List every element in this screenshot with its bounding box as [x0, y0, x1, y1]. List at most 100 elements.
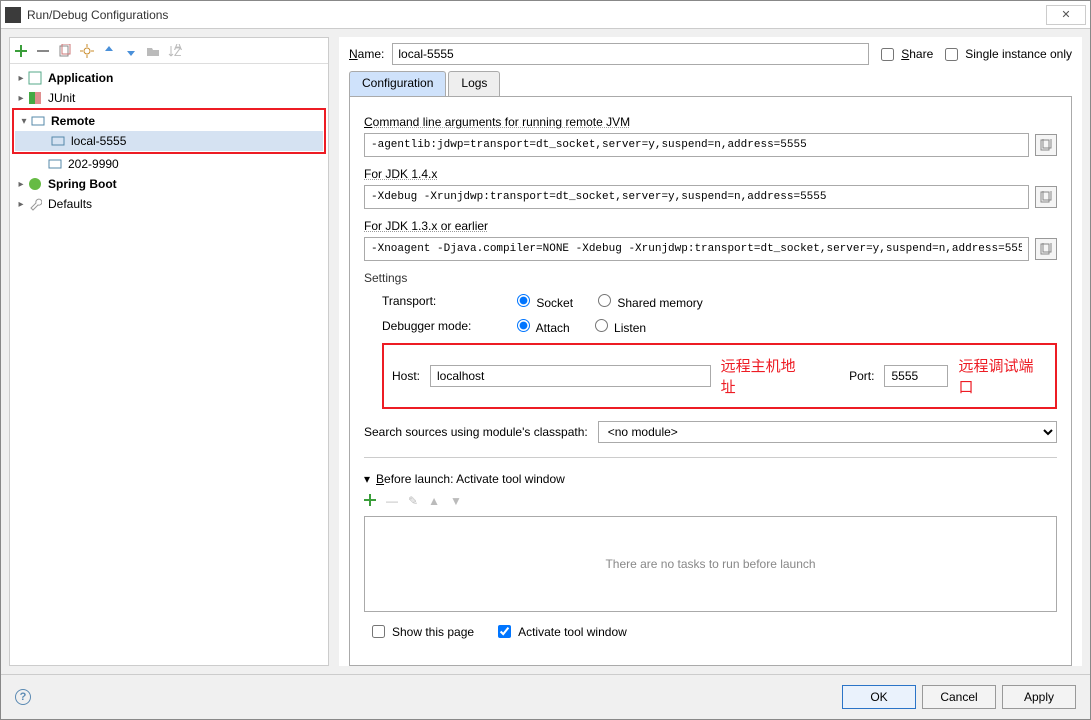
expand-icon[interactable]: ▸: [14, 73, 28, 84]
jdk14-input[interactable]: [364, 185, 1029, 209]
jdk13-label: For JDK 1.3.x or earlier: [364, 219, 1057, 233]
separator: [364, 457, 1057, 458]
transport-socket-radio[interactable]: Socket: [512, 291, 573, 310]
help-button[interactable]: ?: [15, 689, 31, 705]
jdk13-input[interactable]: [364, 237, 1029, 261]
add-icon[interactable]: [14, 44, 28, 58]
node-label: JUnit: [48, 91, 75, 105]
close-button[interactable]: ✕: [1046, 5, 1086, 25]
tree-node-application[interactable]: ▸ Application: [12, 68, 326, 88]
name-input[interactable]: [392, 43, 869, 65]
copy-button[interactable]: [1035, 186, 1057, 208]
folder-icon[interactable]: [146, 44, 160, 58]
name-label: Name:: [349, 47, 384, 61]
node-label: Remote: [51, 114, 95, 128]
config-tree[interactable]: ▸ Application ▸ JUnit ▾ Remote: [10, 64, 328, 665]
expand-icon[interactable]: ▾: [17, 116, 31, 127]
tree-node-defaults[interactable]: ▸ Defaults: [12, 194, 326, 214]
collapse-icon[interactable]: ▾: [364, 472, 370, 486]
copy-icon[interactable]: [58, 44, 72, 58]
launch-options: Show this page Activate tool window: [364, 622, 1057, 641]
copy-button[interactable]: [1035, 134, 1057, 156]
remote-config-icon: [48, 157, 64, 171]
host-input[interactable]: [430, 365, 711, 387]
ok-button[interactable]: OK: [842, 685, 916, 709]
module-classpath-select[interactable]: <no module>: [598, 421, 1057, 443]
debugger-row: Debugger mode: Attach Listen: [382, 316, 1057, 335]
move-down-task-icon[interactable]: ▼: [450, 494, 462, 508]
move-up-icon[interactable]: [102, 44, 116, 58]
dialog-window: Run/Debug Configurations ✕ AZ ▸ Applicat…: [0, 0, 1091, 720]
before-launch-section: ▾ Before launch: Activate tool window — …: [364, 472, 1057, 641]
port-input[interactable]: [884, 365, 948, 387]
tree-toolbar: AZ: [10, 38, 328, 64]
node-label: Spring Boot: [48, 177, 117, 191]
move-up-task-icon[interactable]: ▲: [428, 494, 440, 508]
settings-label: Settings: [364, 271, 1057, 285]
config-tree-panel: AZ ▸ Application ▸ JUnit ▾ Remo: [9, 37, 329, 666]
edit-task-icon[interactable]: ✎: [408, 494, 418, 508]
search-sources-row: Search sources using module's classpath:…: [364, 421, 1057, 443]
remote-icon: [31, 114, 47, 128]
show-this-page-checkbox[interactable]: Show this page: [368, 622, 474, 641]
config-form: Name: Share Single instance only Configu…: [339, 37, 1082, 666]
node-label: Application: [48, 71, 113, 85]
spring-boot-icon: [28, 177, 44, 191]
transport-label: Transport:: [382, 294, 492, 308]
window-title: Run/Debug Configurations: [27, 8, 1046, 22]
before-launch-header[interactable]: ▾ Before launch: Activate tool window: [364, 472, 1057, 486]
before-launch-toolbar: — ✎ ▲ ▼: [364, 494, 1057, 508]
tab-configuration[interactable]: Configuration: [349, 71, 446, 96]
node-label: 202-9990: [68, 157, 119, 171]
sort-icon[interactable]: AZ: [168, 44, 182, 58]
cmd-args-label: Command line arguments for running remot…: [364, 115, 1057, 129]
dialog-button-bar: ? OK Cancel Apply: [1, 674, 1090, 719]
jdk14-label: For JDK 1.4.x: [364, 167, 1057, 181]
expand-icon[interactable]: ▸: [14, 93, 28, 104]
tree-node-junit[interactable]: ▸ JUnit: [12, 88, 326, 108]
share-checkbox[interactable]: Share: [877, 45, 933, 64]
junit-icon: [28, 91, 44, 105]
remote-config-icon: [51, 134, 67, 148]
tab-bar: Configuration Logs: [349, 71, 1072, 97]
add-task-icon[interactable]: [364, 494, 376, 508]
debugger-listen-radio[interactable]: Listen: [590, 316, 646, 335]
node-label: Defaults: [48, 197, 92, 211]
configuration-panel: Command line arguments for running remot…: [349, 97, 1072, 666]
node-label: local-5555: [71, 134, 126, 148]
activate-tool-window-checkbox[interactable]: Activate tool window: [494, 622, 627, 641]
remove-task-icon[interactable]: —: [386, 494, 398, 508]
move-down-icon[interactable]: [124, 44, 138, 58]
remove-icon[interactable]: [36, 44, 50, 58]
debugger-attach-radio[interactable]: Attach: [512, 316, 570, 335]
debugger-label: Debugger mode:: [382, 319, 492, 333]
apply-button[interactable]: Apply: [1002, 685, 1076, 709]
tasks-list[interactable]: There are no tasks to run before launch: [364, 516, 1057, 612]
expand-icon[interactable]: ▸: [14, 199, 28, 210]
tree-node-remote[interactable]: ▾ Remote: [15, 111, 323, 131]
tree-node-spring-boot[interactable]: ▸ Spring Boot: [12, 174, 326, 194]
content-area: AZ ▸ Application ▸ JUnit ▾ Remo: [1, 29, 1090, 674]
cmd-args-input[interactable]: [364, 133, 1029, 157]
tree-node-202-9990[interactable]: 202-9990: [12, 154, 326, 174]
search-sources-label: Search sources using module's classpath:: [364, 425, 588, 439]
tree-node-local-5555[interactable]: local-5555: [15, 131, 323, 151]
tab-logs[interactable]: Logs: [448, 71, 500, 96]
cancel-button[interactable]: Cancel: [922, 685, 996, 709]
highlight-remote-group: ▾ Remote local-5555: [12, 108, 326, 154]
settings-icon[interactable]: [80, 44, 94, 58]
host-label: Host:: [392, 369, 420, 383]
app-icon: [5, 7, 21, 23]
expand-icon[interactable]: ▸: [14, 179, 28, 190]
name-row: Name: Share Single instance only: [339, 37, 1082, 71]
copy-button[interactable]: [1035, 238, 1057, 260]
host-port-row: Host: 远程主机地址 Port: 远程调试端口: [382, 343, 1057, 409]
port-label: Port:: [849, 369, 874, 383]
single-instance-checkbox[interactable]: Single instance only: [941, 45, 1072, 64]
wrench-icon: [28, 197, 44, 211]
transport-row: Transport: Socket Shared memory: [382, 291, 1057, 310]
titlebar: Run/Debug Configurations ✕: [1, 1, 1090, 29]
annotation-port: 远程调试端口: [958, 355, 1047, 397]
transport-shared-radio[interactable]: Shared memory: [593, 291, 703, 310]
annotation-host: 远程主机地址: [721, 355, 810, 397]
